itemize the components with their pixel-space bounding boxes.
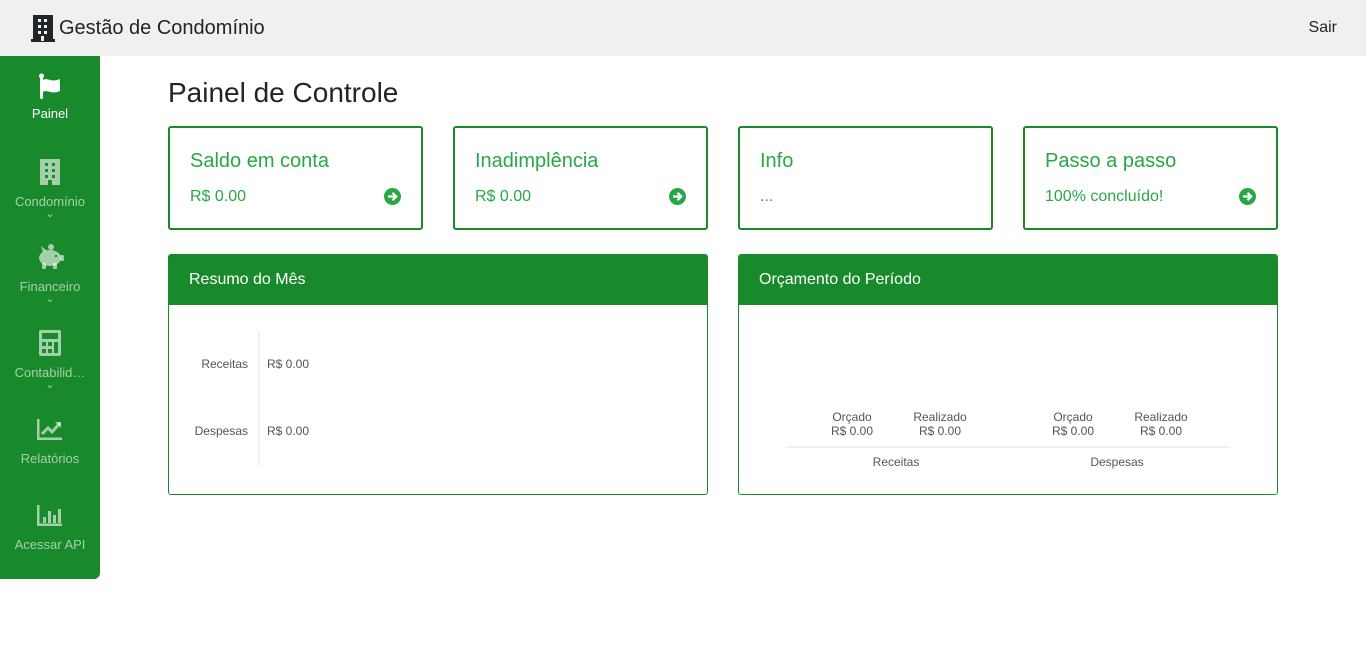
chevron-down-icon: ⌄ xyxy=(45,379,55,391)
sidebar-item-api[interactable]: Acessar API xyxy=(0,501,100,553)
piggy-bank-icon xyxy=(0,243,100,271)
app-title: Gestão de Condomínio xyxy=(59,16,265,39)
arrow-circle-right-icon[interactable] xyxy=(1239,188,1256,205)
orcamento-chart: Orçado R$ 0.00 Realizado R$ 0.00 Orçado … xyxy=(786,410,1230,469)
brand[interactable]: Gestão de Condomínio xyxy=(31,14,265,42)
sidebar-item-contabilidade[interactable]: Contabilid… ⌄ xyxy=(0,329,100,391)
sidebar-item-label: Painel xyxy=(31,106,69,121)
logout-link[interactable]: Sair xyxy=(1309,19,1337,37)
card-title: Inadimplência xyxy=(475,150,599,172)
sidebar: Painel Condomínio ⌄ Financeiro ⌄ Contabi… xyxy=(0,56,100,579)
data-label: R$ 0.00 xyxy=(1052,424,1094,438)
data-label: R$ 0.00 xyxy=(831,424,873,438)
building-icon xyxy=(31,14,55,42)
chart-bar-icon xyxy=(0,501,100,529)
page-title: Painel de Controle xyxy=(168,77,399,108)
data-label: R$ 0.00 xyxy=(1140,424,1182,438)
card-value: ... xyxy=(760,188,774,205)
panel-resumo-mes: Resumo do Mês Receitas Despesas R$ 0.00 … xyxy=(168,254,708,495)
group-label: Despesas xyxy=(1090,455,1143,469)
card-passo-a-passo: Passo a passo 100% concluído! xyxy=(1023,126,1278,230)
data-label: R$ 0.00 xyxy=(267,357,309,371)
chevron-down-icon: ⌄ xyxy=(45,208,55,220)
sidebar-item-financeiro[interactable]: Financeiro ⌄ xyxy=(0,243,100,305)
sidebar-item-painel[interactable]: Painel xyxy=(0,72,100,122)
flag-icon xyxy=(0,72,100,100)
group-label: Receitas xyxy=(873,455,920,469)
series-label: Realizado xyxy=(913,410,967,424)
data-label: R$ 0.00 xyxy=(267,424,309,438)
card-value: 100% concluído! xyxy=(1045,188,1164,205)
card-title: Saldo em conta xyxy=(190,150,329,172)
panel-title: Resumo do Mês xyxy=(169,255,707,305)
category-label: Despesas xyxy=(195,424,248,438)
series-label: Orçado xyxy=(832,410,872,424)
card-title: Info xyxy=(760,150,794,172)
sidebar-item-relatorios[interactable]: Relatórios xyxy=(0,415,100,467)
chart-line-icon xyxy=(0,415,100,443)
category-label: Receitas xyxy=(201,357,248,371)
resumo-chart: Receitas Despesas R$ 0.00 R$ 0.00 xyxy=(195,331,309,466)
card-info: Info ... xyxy=(738,126,993,230)
top-navbar: Gestão de Condomínio Sair xyxy=(0,0,1366,56)
card-title: Passo a passo xyxy=(1045,150,1177,172)
panel-title: Orçamento do Período xyxy=(739,255,1277,305)
sidebar-item-label: Acessar API xyxy=(14,537,86,552)
chevron-down-icon: ⌄ xyxy=(45,293,55,305)
building-icon xyxy=(0,158,100,186)
data-label: R$ 0.00 xyxy=(919,424,961,438)
sidebar-item-label: Relatórios xyxy=(20,451,80,466)
card-saldo: Saldo em conta R$ 0.00 xyxy=(168,126,423,230)
series-label: Orçado xyxy=(1053,410,1093,424)
card-inadimplencia: Inadimplência R$ 0.00 xyxy=(453,126,708,230)
series-label: Realizado xyxy=(1134,410,1188,424)
calculator-icon xyxy=(0,329,100,357)
sidebar-item-condominio[interactable]: Condomínio ⌄ xyxy=(0,158,100,220)
arrow-circle-right-icon[interactable] xyxy=(384,188,401,205)
card-value: R$ 0.00 xyxy=(190,188,247,205)
card-value: R$ 0.00 xyxy=(475,188,532,205)
panel-orcamento-periodo: Orçamento do Período Orçado R$ 0.00 Real… xyxy=(738,254,1278,495)
arrow-circle-right-icon[interactable] xyxy=(669,188,686,205)
